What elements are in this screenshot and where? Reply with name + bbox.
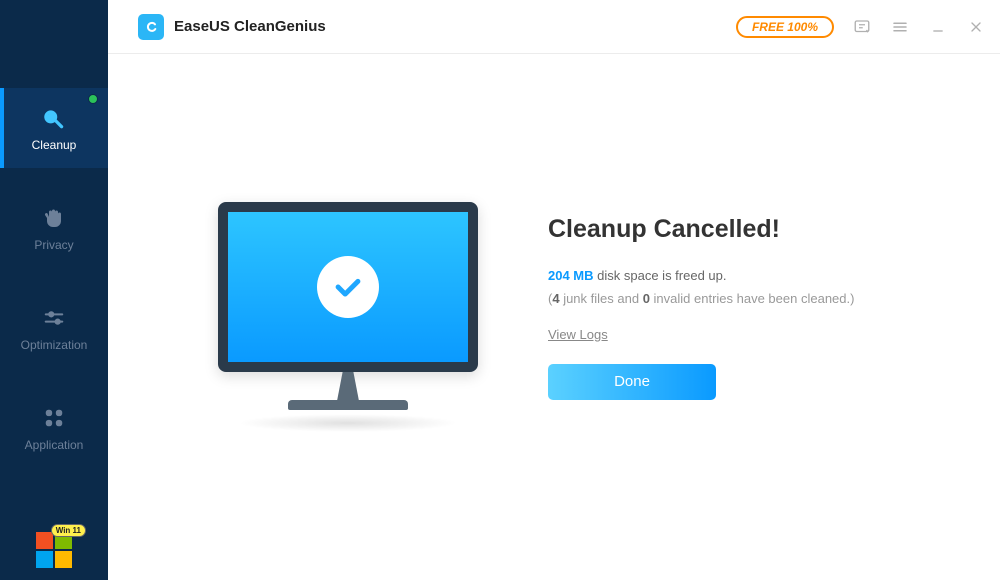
app-logo-icon — [138, 14, 164, 40]
junk-count: 4 — [552, 291, 559, 306]
detail-line: (4 junk files and 0 invalid entries have… — [548, 291, 950, 306]
sidebar: Cleanup Privacy Optimization — [0, 0, 108, 580]
feedback-icon[interactable] — [852, 17, 872, 37]
done-button[interactable]: Done — [548, 364, 716, 400]
app-title: EaseUS CleanGenius — [174, 18, 326, 35]
result-col: Cleanup Cancelled! 204 MB disk space is … — [538, 215, 950, 400]
illustration-col — [158, 202, 538, 432]
sidebar-item-application[interactable]: Application — [0, 388, 108, 468]
content: Cleanup Cancelled! 204 MB disk space is … — [108, 54, 1000, 580]
win-version-badge: Win 11 — [51, 524, 86, 537]
main-area: EaseUS CleanGenius FREE 100% — [108, 0, 1000, 580]
view-logs-link[interactable]: View Logs — [548, 327, 608, 342]
sidebar-item-label: Application — [25, 438, 84, 452]
sidebar-item-optimization[interactable]: Optimization — [0, 288, 108, 368]
minimize-icon[interactable] — [928, 17, 948, 37]
close-icon[interactable] — [966, 17, 986, 37]
apps-icon — [40, 404, 68, 432]
monitor-base — [288, 400, 408, 410]
cleanup-icon — [40, 104, 68, 132]
menu-icon[interactable] — [890, 17, 910, 37]
hand-icon — [40, 204, 68, 232]
sliders-icon — [40, 304, 68, 332]
sidebar-item-label: Privacy — [34, 238, 73, 252]
freed-amount: 204 MB — [548, 268, 594, 283]
monitor-screen — [218, 202, 478, 372]
sidebar-item-label: Cleanup — [32, 138, 77, 152]
titlebar: EaseUS CleanGenius FREE 100% — [108, 0, 1000, 54]
sidebar-bottom: Win 11 — [0, 532, 108, 568]
monitor-stand — [330, 372, 366, 400]
sidebar-item-label: Optimization — [21, 338, 88, 352]
sidebar-item-privacy[interactable]: Privacy — [0, 188, 108, 268]
windows-icon[interactable] — [36, 532, 72, 568]
titlebar-right: FREE 100% — [736, 16, 986, 38]
invalid-count: 0 — [643, 291, 650, 306]
free-badge[interactable]: FREE 100% — [736, 16, 834, 38]
active-badge-icon — [88, 94, 98, 104]
monitor-shadow — [238, 414, 458, 432]
monitor-illustration — [218, 202, 478, 432]
sidebar-item-cleanup[interactable]: Cleanup — [0, 88, 108, 168]
freed-suffix: disk space is freed up. — [594, 268, 727, 283]
freed-space-line: 204 MB disk space is freed up. — [548, 268, 950, 283]
result-headline: Cleanup Cancelled! — [548, 215, 950, 244]
check-circle-icon — [317, 256, 379, 318]
sidebar-spacer — [0, 0, 108, 88]
